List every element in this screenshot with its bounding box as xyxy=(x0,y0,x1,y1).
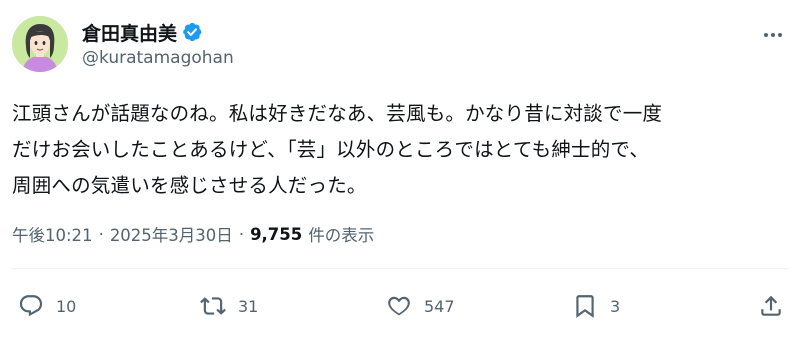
tweet-time[interactable]: 午後10:21 xyxy=(12,222,93,246)
meta-separator: · xyxy=(98,224,104,244)
repost-icon xyxy=(200,297,226,315)
share-icon xyxy=(761,295,781,316)
verified-badge-icon[interactable] xyxy=(181,21,203,43)
like-count: 547 xyxy=(424,296,455,316)
like-icon xyxy=(388,296,410,316)
reply-button[interactable]: 10 xyxy=(18,286,76,326)
tweet-header: 倉田真由美 @kuratamagohan xyxy=(12,14,788,74)
tweet-date[interactable]: 2025年3月30日 xyxy=(110,222,233,246)
bookmark-button[interactable]: 3 xyxy=(572,286,620,326)
avatar-illustration xyxy=(12,16,68,72)
tweet-text: 江頭さんが話題なのね。私は好きだなあ、芸風も。かなり昔に対談で一度 だけお会いし… xyxy=(12,96,788,204)
tweet-text-line: 周囲への気遣いを感じさせる人だった。 xyxy=(12,174,367,197)
tweet-text-line: だけお会いしたことあるけど、「芸」以外のところではとても紳士的で、 xyxy=(12,138,650,161)
repost-button[interactable]: 31 xyxy=(200,286,258,326)
meta-separator: · xyxy=(238,224,245,244)
author-info: 倉田真由美 @kuratamagohan xyxy=(82,18,234,69)
share-button[interactable] xyxy=(758,286,784,326)
author-name-row: 倉田真由美 xyxy=(82,18,234,46)
bookmark-icon xyxy=(576,295,594,318)
like-button[interactable]: 547 xyxy=(386,286,455,326)
views-label[interactable]: 件の表示 xyxy=(308,222,374,246)
author-name[interactable]: 倉田真由美 xyxy=(82,19,177,46)
tweet-card: 倉田真由美 @kuratamagohan 江頭さんが話題なのね。私は好きだなあ、… xyxy=(0,0,800,338)
divider xyxy=(12,268,788,269)
tweet-text-line: 江頭さんが話題なのね。私は好きだなあ、芸風も。かなり昔に対談で一度 xyxy=(12,102,663,125)
tweet-meta: 午後10:21 · 2025年3月30日 · 9,755 件の表示 xyxy=(12,222,374,246)
more-icon[interactable] xyxy=(758,20,788,50)
bookmark-count: 3 xyxy=(610,296,621,316)
reply-count: 10 xyxy=(56,296,77,316)
author-handle[interactable]: @kuratamagohan xyxy=(82,48,234,68)
avatar[interactable] xyxy=(12,16,68,72)
action-bar: 10 31 547 3 xyxy=(12,286,788,326)
views-count[interactable]: 9,755 xyxy=(250,225,302,244)
reply-icon xyxy=(19,295,43,317)
repost-count: 31 xyxy=(238,296,259,316)
